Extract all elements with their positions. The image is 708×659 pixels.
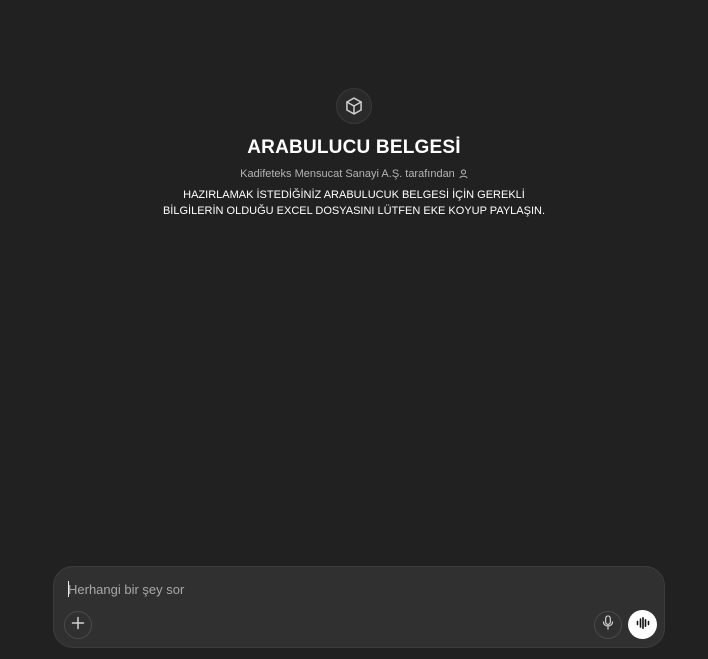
text-caret <box>68 581 69 597</box>
cube-icon <box>344 96 364 116</box>
gpt-title: ARABULUCU BELGESİ <box>247 137 461 158</box>
gpt-avatar <box>336 88 372 124</box>
gpt-intro: ARABULUCU BELGESİ Kadifeteks Mensucat Sa… <box>0 88 708 219</box>
chat-page: ARABULUCU BELGESİ Kadifeteks Mensucat Sa… <box>0 0 708 659</box>
dictate-button[interactable] <box>594 611 622 639</box>
voice-mode-button[interactable] <box>628 610 657 639</box>
byline-text: Kadifeteks Mensucat Sanayi A.Ş. tarafınd… <box>240 168 455 180</box>
person-icon <box>459 169 468 179</box>
gpt-description: HAZIRLAMAK İSTEDİĞİNİZ ARABULUCUK BELGES… <box>162 189 546 217</box>
prompt-input[interactable] <box>68 579 568 599</box>
message-composer <box>53 566 665 648</box>
voice-mode-icon <box>636 616 650 634</box>
plus-icon <box>71 616 85 635</box>
add-attachment-button[interactable] <box>64 611 92 639</box>
microphone-icon <box>602 615 614 635</box>
gpt-byline[interactable]: Kadifeteks Mensucat Sanayi A.Ş. tarafınd… <box>240 166 468 182</box>
